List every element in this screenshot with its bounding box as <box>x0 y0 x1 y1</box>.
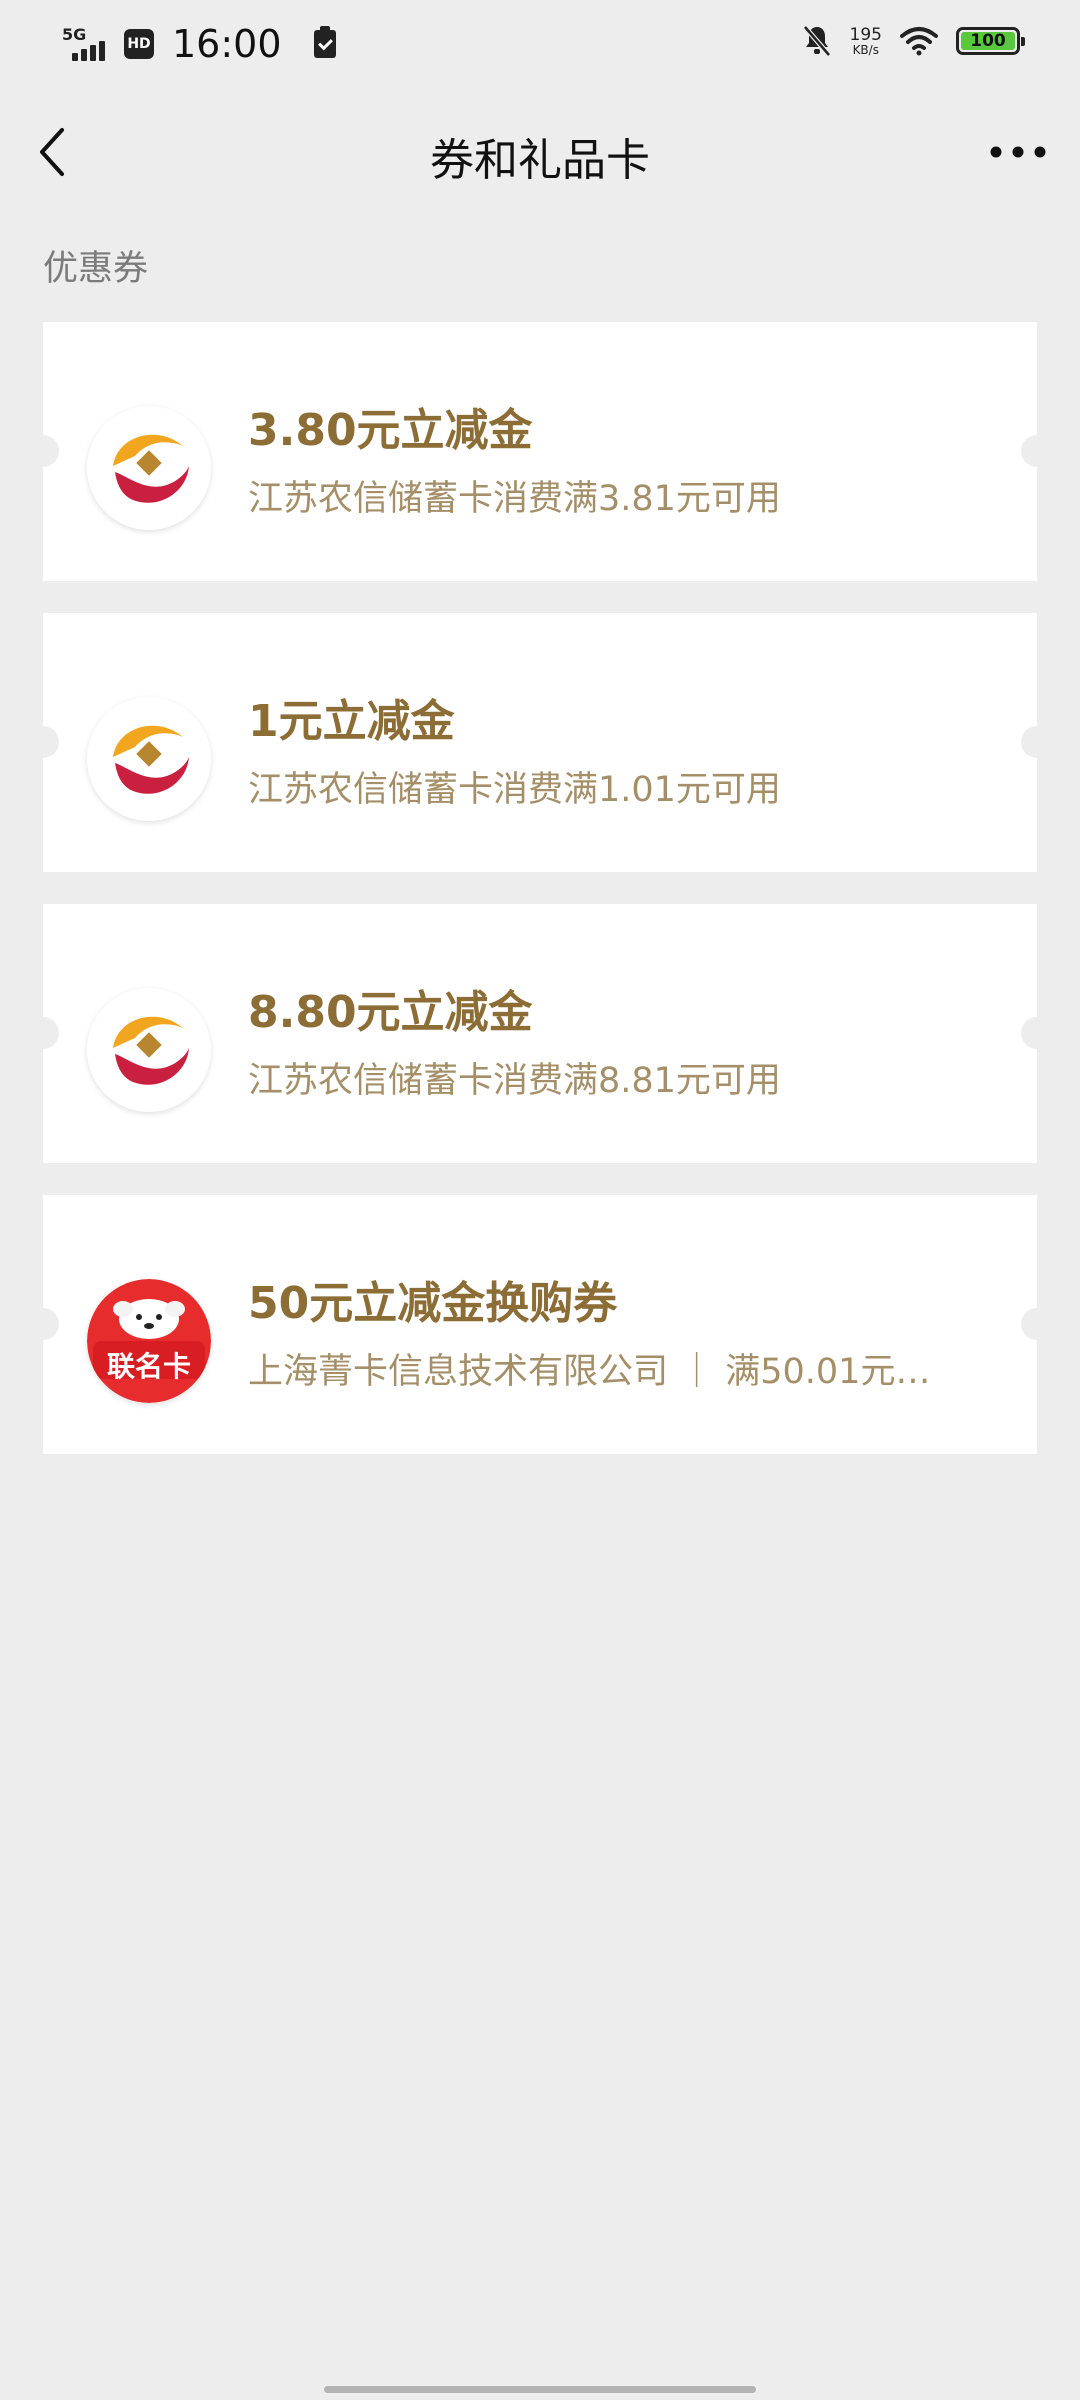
coupon-title: 8.80元立减金 <box>248 987 533 1038</box>
coupon-title: 1元立减金 <box>248 696 455 747</box>
card-notch <box>1021 435 1053 467</box>
coupon-title: 3.80元立减金 <box>248 405 533 456</box>
jiangsu-rural-credit-logo-icon <box>87 697 211 821</box>
card-notch <box>1021 1017 1053 1049</box>
joint-card-label: 联名卡 <box>106 1350 191 1383</box>
coupon-card[interactable]: 1元立减金 江苏农信储蓄卡消费满1.01元可用 <box>27 613 1053 872</box>
card-notch <box>27 435 59 467</box>
status-bar: 5G HD 16:00 195 KB/s 100 <box>0 0 1080 86</box>
home-indicator[interactable] <box>324 2386 756 2393</box>
more-dots-icon <box>990 146 1046 158</box>
more-button[interactable] <box>986 126 1050 178</box>
nav-bar: 券和礼品卡 <box>0 100 1080 204</box>
wifi-icon <box>900 27 938 56</box>
speed-unit: KB/s <box>852 42 879 57</box>
page-title: 券和礼品卡 <box>430 135 650 186</box>
speed-value: 195 <box>849 24 882 45</box>
coupon-card[interactable]: 联名卡 50元立减金换购券 上海菁卡信息技术有限公司 ｜ 满50.01元… <box>27 1195 1053 1454</box>
coupon-description: 江苏农信储蓄卡消费满3.81元可用 <box>248 479 781 519</box>
jiangsu-rural-credit-logo-icon <box>87 988 211 1112</box>
card-notch <box>1021 1308 1053 1340</box>
coupon-card[interactable]: 3.80元立减金 江苏农信储蓄卡消费满3.81元可用 <box>27 322 1053 581</box>
status-time: 16:00 <box>172 22 282 66</box>
coupon-description: 江苏农信储蓄卡消费满8.81元可用 <box>248 1061 781 1101</box>
battery-level: 100 <box>961 31 1015 51</box>
network-speed: 195 KB/s <box>849 24 882 57</box>
section-label-coupons: 优惠券 <box>43 249 149 289</box>
coupon-description: 上海菁卡信息技术有限公司 ｜ 满50.01元… <box>248 1352 931 1392</box>
status-right: 195 KB/s 100 <box>802 24 1025 58</box>
hd-icon: HD <box>124 29 154 59</box>
card-notch <box>27 1308 59 1340</box>
card-notch <box>27 1017 59 1049</box>
card-notch <box>27 726 59 758</box>
signal-icon: 5G <box>60 25 112 63</box>
coupon-list: 3.80元立减金 江苏农信储蓄卡消费满3.81元可用 1元立减金 江苏农信储蓄卡… <box>27 322 1053 1486</box>
card-notch <box>1021 726 1053 758</box>
battery-icon: 100 <box>956 27 1025 55</box>
joint-card-logo-icon: 联名卡 <box>87 1279 211 1403</box>
status-left: 5G HD 16:00 <box>60 22 336 66</box>
coupon-title: 50元立减金换购券 <box>248 1278 618 1329</box>
coupon-description: 江苏农信储蓄卡消费满1.01元可用 <box>248 770 781 810</box>
jiangsu-rural-credit-logo-icon <box>87 406 211 530</box>
clipboard-check-icon <box>313 26 336 58</box>
bell-off-icon <box>802 25 831 57</box>
coupon-card[interactable]: 8.80元立减金 江苏农信储蓄卡消费满8.81元可用 <box>27 904 1053 1163</box>
